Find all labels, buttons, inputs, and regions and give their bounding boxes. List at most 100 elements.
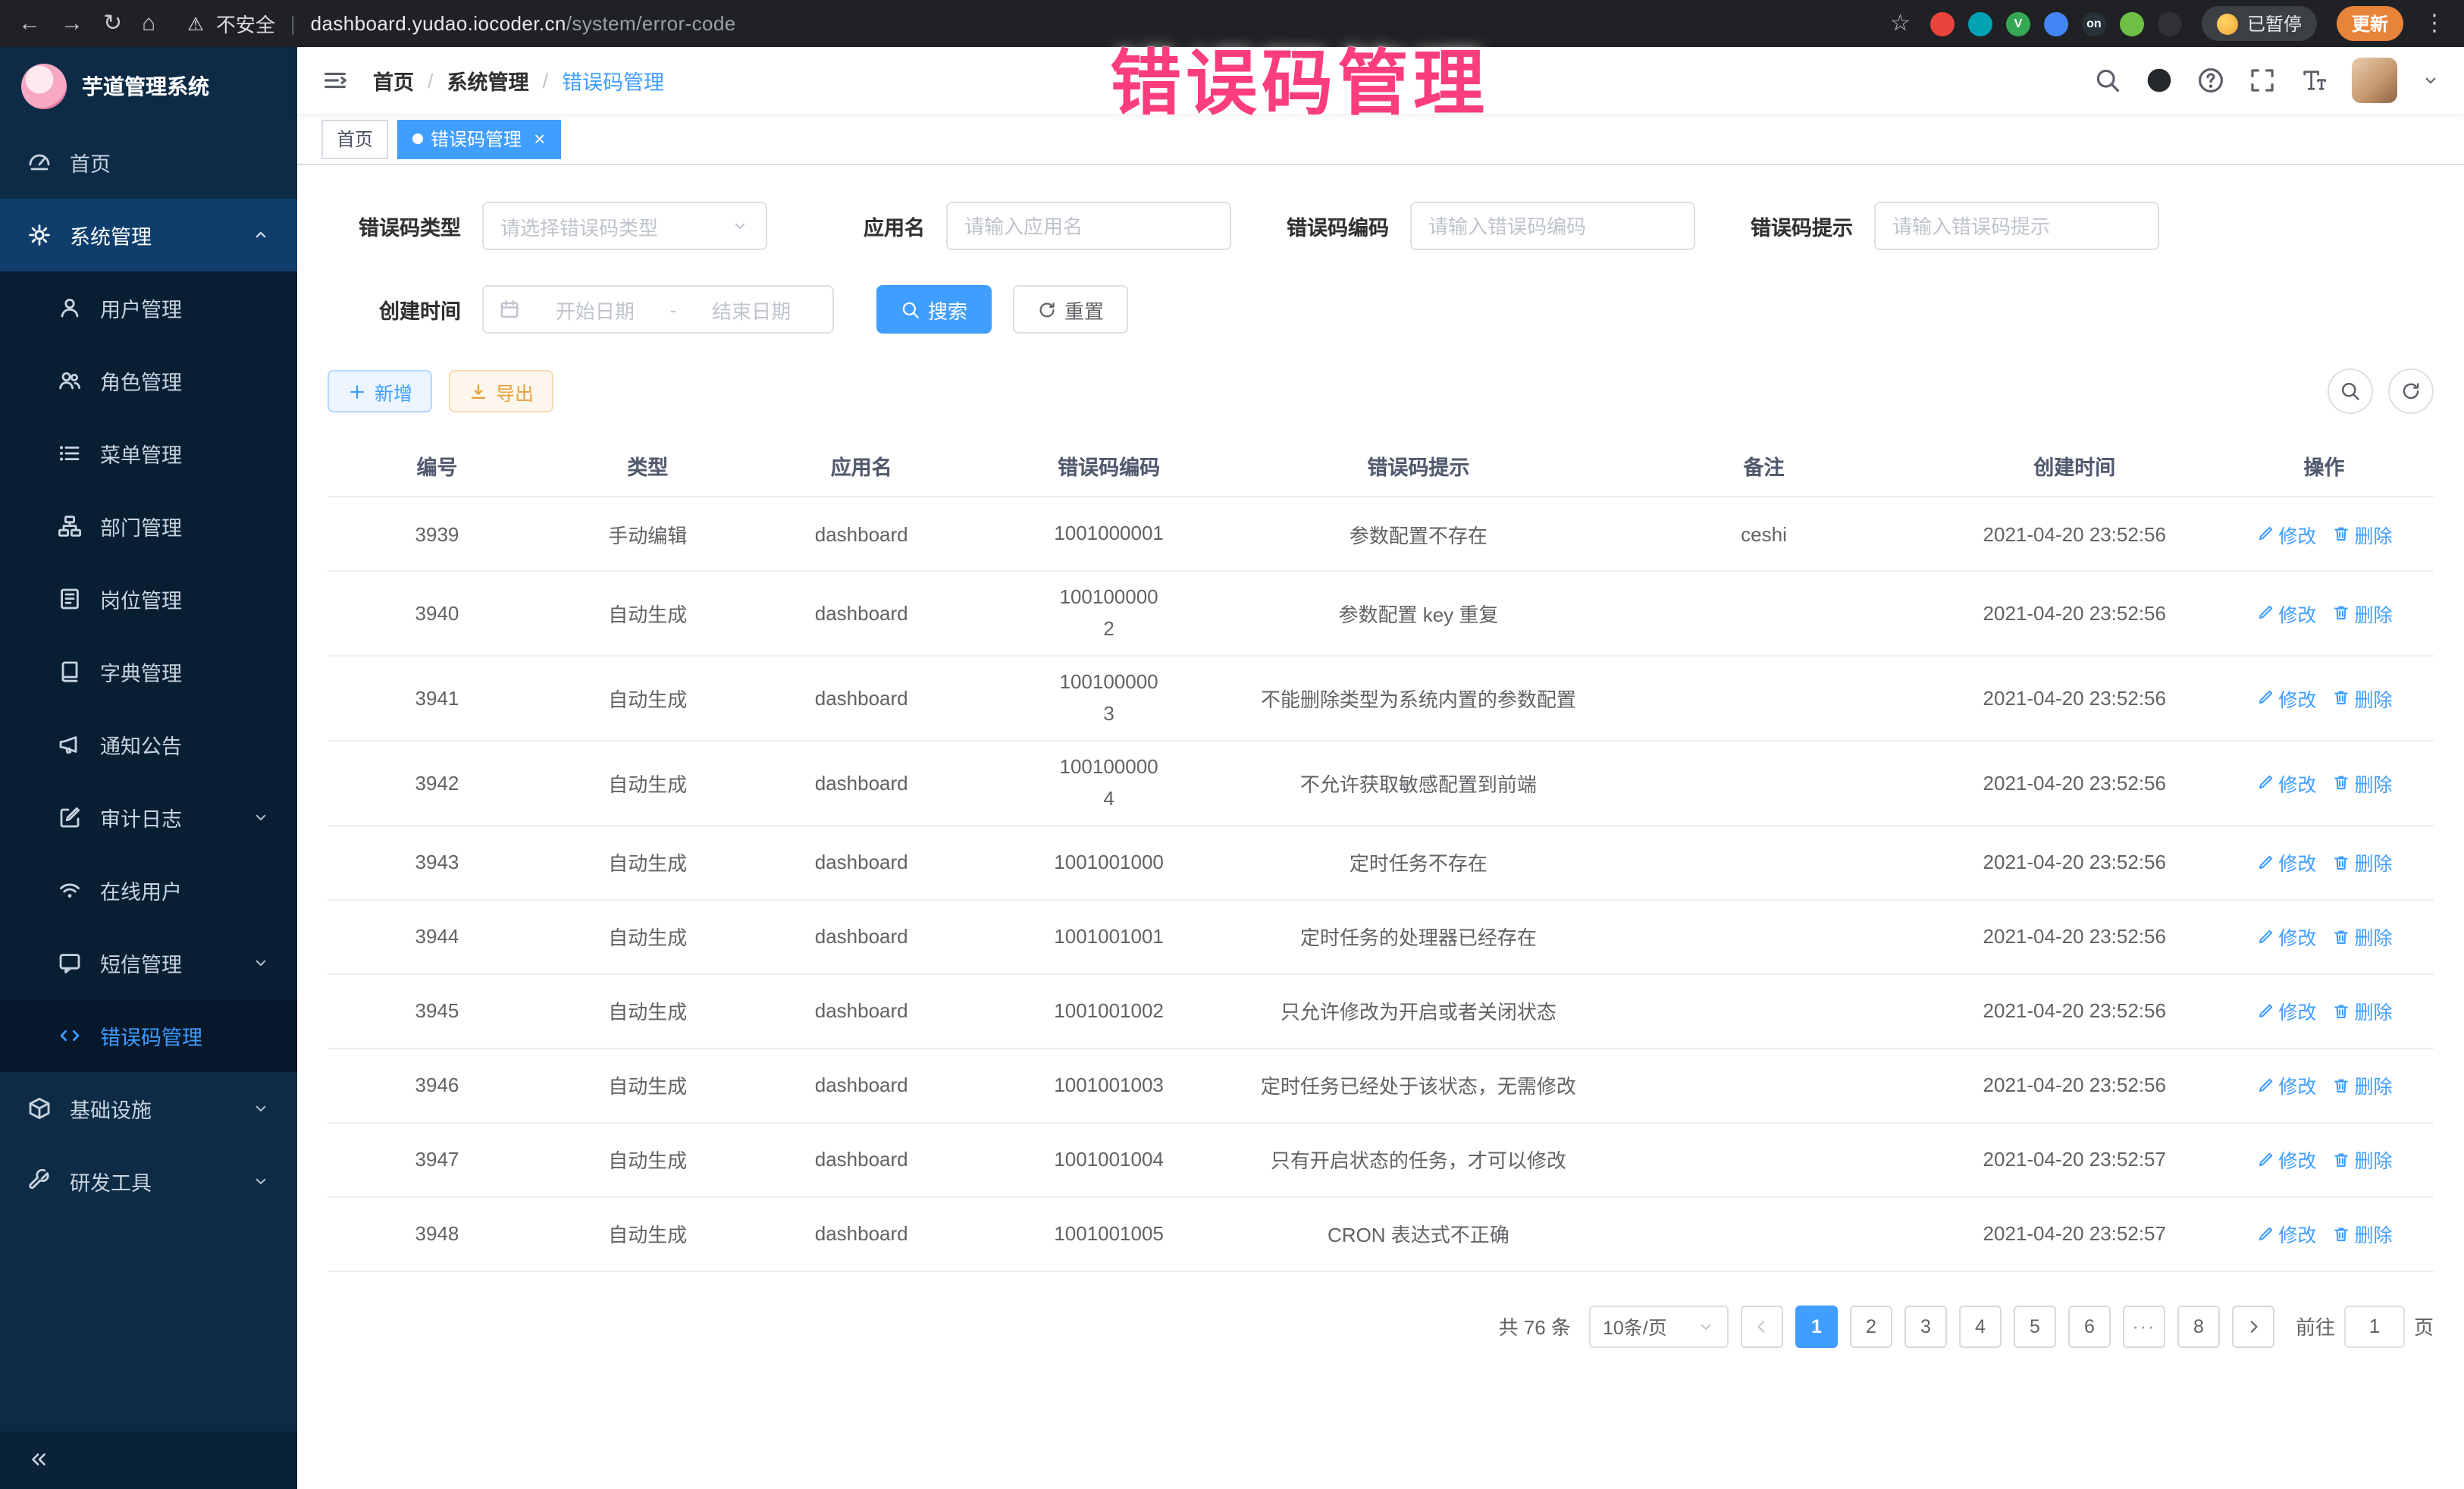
error-type-select[interactable]: 请选择错误码类型 — [482, 202, 767, 250]
app-logo[interactable]: 芋道管理系统 — [0, 47, 297, 126]
page-size-select[interactable]: 10条/页 — [1589, 1305, 1729, 1347]
refresh-table-button[interactable] — [2388, 368, 2434, 414]
extension-teal-icon[interactable] — [1968, 11, 1992, 36]
delete-row-button[interactable]: 删除 — [2331, 1071, 2392, 1099]
tab-home[interactable]: 首页 — [321, 119, 388, 158]
page-button-6[interactable]: 6 — [2068, 1305, 2111, 1347]
extension-green-icon[interactable]: V — [2006, 11, 2030, 36]
goto-page-input[interactable] — [2344, 1305, 2405, 1347]
user-icon — [58, 296, 82, 320]
sidebar-item-audit-log[interactable]: 审计日志 — [0, 781, 297, 854]
edit-row-button[interactable]: 修改 — [2256, 684, 2316, 713]
delete-row-button[interactable]: 删除 — [2331, 848, 2392, 876]
sidebar-item-online-user[interactable]: 在线用户 — [0, 854, 297, 926]
breadcrumb-system[interactable]: 系统管理 — [447, 65, 529, 96]
browser-forward-icon[interactable]: → — [61, 12, 83, 35]
user-avatar[interactable] — [2352, 58, 2397, 103]
delete-row-button[interactable]: 删除 — [2331, 599, 2392, 628]
delete-row-button[interactable]: 删除 — [2331, 519, 2392, 548]
delete-row-button[interactable]: 删除 — [2331, 684, 2392, 713]
extension-on-icon[interactable]: on — [2082, 11, 2106, 36]
header-search-icon[interactable] — [2094, 67, 2121, 94]
next-page-button[interactable] — [2232, 1305, 2274, 1347]
extension-red-icon[interactable] — [1930, 11, 1955, 36]
sidebar-item-user[interactable]: 用户管理 — [0, 271, 297, 344]
page-button-1[interactable]: 1 — [1795, 1305, 1838, 1347]
app-name-input[interactable] — [946, 202, 1231, 250]
edit-row-button[interactable]: 修改 — [2256, 519, 2316, 548]
sidebar-item-dept[interactable]: 部门管理 — [0, 490, 297, 563]
close-tab-icon[interactable]: × — [534, 129, 545, 149]
edit-row-button[interactable]: 修改 — [2256, 768, 2316, 797]
edit-row-button[interactable]: 修改 — [2256, 1071, 2316, 1099]
sidebar-item-system[interactable]: 系统管理 — [0, 199, 297, 271]
page-button-5[interactable]: 5 — [2014, 1305, 2056, 1347]
reset-button[interactable]: 重置 — [1013, 285, 1128, 334]
edit-row-button[interactable]: 修改 — [2256, 1219, 2316, 1248]
font-size-icon[interactable] — [2300, 67, 2328, 94]
edit-pen-icon — [2256, 1224, 2274, 1243]
edit-row-button[interactable]: 修改 — [2256, 922, 2316, 951]
breadcrumb-home[interactable]: 首页 — [373, 65, 414, 96]
browser-back-icon[interactable]: ← — [18, 12, 41, 35]
delete-row-button[interactable]: 删除 — [2331, 768, 2392, 797]
create-time-range-picker[interactable]: 开始日期 - 结束日期 — [482, 285, 834, 334]
browser-menu-icon[interactable]: ⋮ — [2423, 12, 2446, 35]
chevron-down-icon — [252, 808, 270, 826]
sidebar-item-dict[interactable]: 字典管理 — [0, 635, 297, 708]
bookmark-star-icon[interactable]: ☆ — [1890, 12, 1911, 35]
address-bar[interactable]: ⚠ 不安全 | dashboard.yudao.iocoder.cn/syste… — [175, 9, 1870, 38]
prev-page-button[interactable] — [1741, 1305, 1783, 1347]
sidebar-item-role[interactable]: 角色管理 — [0, 344, 297, 417]
extension-leaf-icon[interactable] — [2120, 11, 2144, 36]
tab-error-code[interactable]: 错误码管理× — [397, 119, 560, 158]
browser-home-icon[interactable]: ⌂ — [142, 12, 155, 35]
hamburger-icon[interactable] — [321, 67, 349, 94]
page-button-3[interactable]: 3 — [1904, 1305, 1947, 1347]
sidebar-item-dev-tools[interactable]: 研发工具 — [0, 1145, 297, 1218]
paused-badge[interactable]: 已暂停 — [2202, 6, 2317, 41]
delete-row-button[interactable]: 删除 — [2331, 1219, 2392, 1248]
page-button-8[interactable]: 8 — [2177, 1305, 2220, 1347]
export-button[interactable]: 导出 — [449, 370, 553, 412]
cell-remark — [1594, 751, 1935, 816]
add-button[interactable]: 新增 — [328, 370, 432, 412]
edit-row-button[interactable]: 修改 — [2256, 599, 2316, 628]
cell-id: 3940 — [328, 581, 547, 646]
sidebar-item-sms[interactable]: 短信管理 — [0, 926, 297, 999]
cell-type: 自动生成 — [547, 666, 749, 731]
fullscreen-icon[interactable] — [2249, 67, 2276, 94]
sidebar-item-menu[interactable]: 菜单管理 — [0, 417, 297, 490]
edit-row-button[interactable]: 修改 — [2256, 848, 2316, 876]
chevron-up-icon — [252, 226, 270, 244]
page-button-2[interactable]: 2 — [1850, 1305, 1892, 1347]
delete-row-button[interactable]: 删除 — [2331, 1145, 2392, 1174]
pager-ellipsis[interactable]: ··· — [2123, 1305, 2165, 1347]
delete-row-button[interactable]: 删除 — [2331, 996, 2392, 1025]
org-tree-icon — [58, 514, 82, 538]
github-icon[interactable] — [2146, 67, 2173, 94]
cell-time: 2021-04-20 23:52:56 — [1935, 983, 2215, 1038]
sidebar-item-error-code[interactable]: 错误码管理 — [0, 999, 297, 1072]
table-row: 3944自动生成dashboard1001001001定时任务的处理器已经存在2… — [328, 900, 2434, 974]
page-button-4[interactable]: 4 — [1959, 1305, 2002, 1347]
edit-row-button[interactable]: 修改 — [2256, 1145, 2316, 1174]
filter-code-label: 错误码编码 — [1256, 211, 1389, 241]
docs-question-icon[interactable] — [2197, 67, 2224, 94]
edit-row-button[interactable]: 修改 — [2256, 996, 2316, 1025]
error-code-input[interactable] — [1410, 202, 1695, 250]
sidebar-item-infra[interactable]: 基础设施 — [0, 1072, 297, 1145]
avatar-caret-icon[interactable] — [2422, 71, 2440, 89]
sidebar-item-notice[interactable]: 通知公告 — [0, 708, 297, 781]
delete-row-button[interactable]: 删除 — [2331, 922, 2392, 951]
extension-grid-icon[interactable] — [2044, 11, 2068, 36]
extension-dark-icon[interactable] — [2158, 11, 2182, 36]
error-hint-input[interactable] — [1874, 202, 2159, 250]
sidebar-item-post[interactable]: 岗位管理 — [0, 563, 297, 635]
search-button[interactable]: 搜索 — [876, 285, 992, 334]
browser-reload-icon[interactable]: ↻ — [103, 12, 122, 35]
toggle-search-button[interactable] — [2328, 368, 2373, 414]
sidebar-collapse-button[interactable] — [0, 1431, 297, 1489]
sidebar-item-home[interactable]: 首页 — [0, 126, 297, 199]
browser-update-button[interactable]: 更新 — [2337, 6, 2403, 41]
